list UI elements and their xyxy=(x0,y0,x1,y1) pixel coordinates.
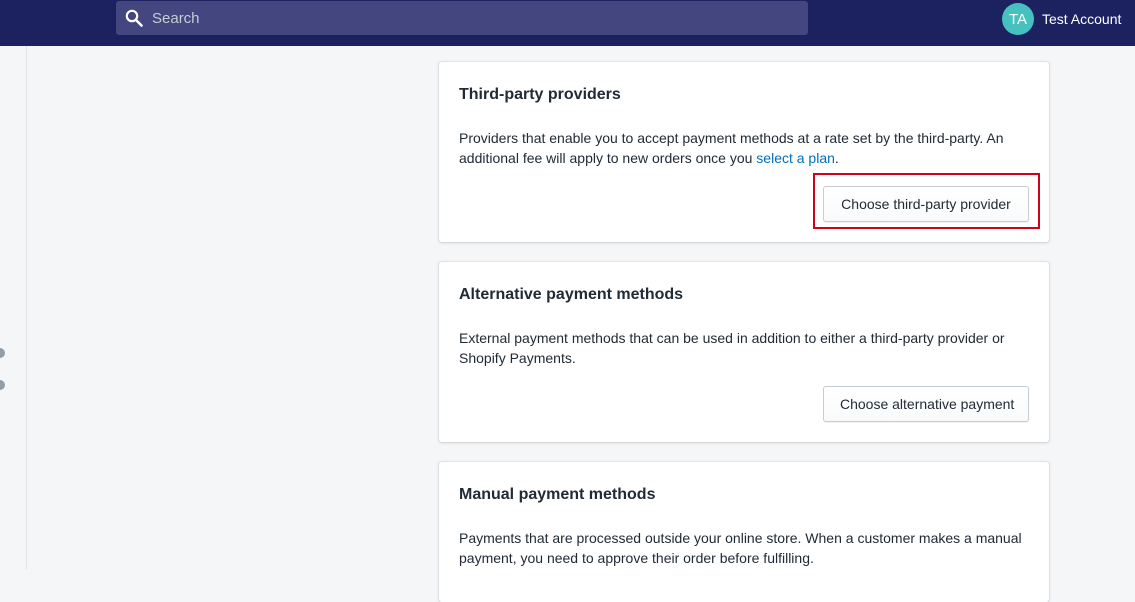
search-bar[interactable] xyxy=(116,1,808,35)
search-icon xyxy=(125,9,143,27)
alternative-payment-methods-card: Alternative payment methods External pay… xyxy=(439,262,1049,442)
card-title: Alternative payment methods xyxy=(459,286,684,303)
sidebar xyxy=(0,46,27,569)
search-input[interactable] xyxy=(152,1,792,35)
account-menu[interactable]: TA Test Account xyxy=(1002,3,1121,35)
account-name[interactable]: Test Account xyxy=(1042,11,1121,27)
card-title: Third-party providers xyxy=(459,86,621,103)
top-bar: TA Test Account xyxy=(0,0,1135,46)
card-description: Payments that are processed outside your… xyxy=(459,530,1022,566)
select-plan-link[interactable]: select a plan xyxy=(756,150,835,166)
choose-third-party-provider-button[interactable]: Choose third-party provider xyxy=(823,186,1029,222)
manual-payment-methods-card: Manual payment methods Payments that are… xyxy=(439,462,1049,602)
choose-alternative-payment-button[interactable]: Choose alternative payment xyxy=(823,386,1029,422)
description-end: . xyxy=(834,150,839,166)
sidebar-dot-icon[interactable] xyxy=(0,348,5,358)
description-text: Providers that enable you to accept paym… xyxy=(459,130,1004,166)
card-description: Providers that enable you to accept paym… xyxy=(459,128,1029,168)
avatar[interactable]: TA xyxy=(1002,3,1034,35)
sidebar-dot-icon[interactable] xyxy=(0,380,5,390)
card-title: Manual payment methods xyxy=(459,486,656,503)
third-party-providers-card: Third-party providers Providers that ena… xyxy=(439,62,1049,242)
card-description: External payment methods that can be use… xyxy=(459,330,1005,366)
